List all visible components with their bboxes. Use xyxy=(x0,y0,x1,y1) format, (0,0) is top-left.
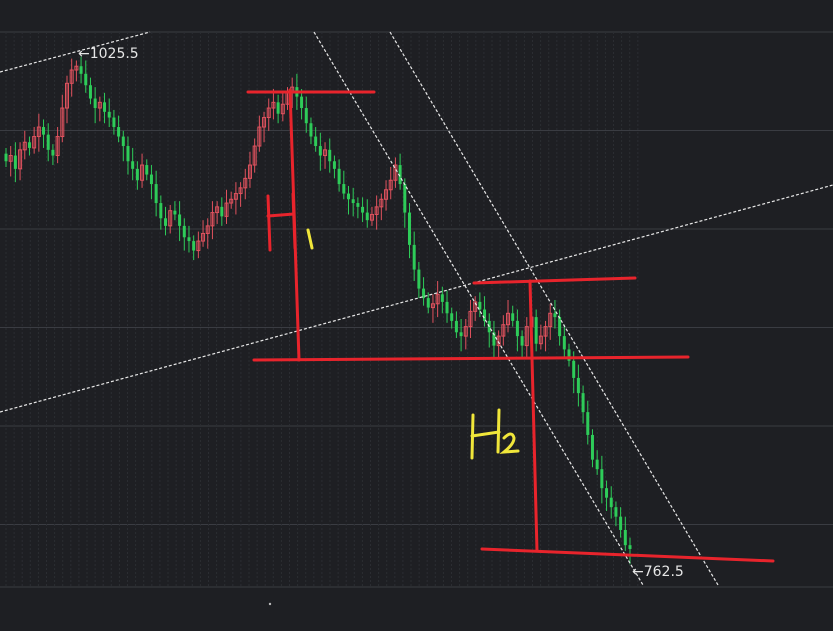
candle-body xyxy=(131,161,135,169)
candle-body xyxy=(164,218,168,226)
candle-body xyxy=(318,146,322,156)
candle-body xyxy=(417,269,421,289)
candle-body xyxy=(576,377,580,394)
candle-body xyxy=(112,117,116,128)
candle-body xyxy=(79,66,83,74)
candle-body xyxy=(337,168,341,185)
candle-body xyxy=(182,225,186,238)
candle-body xyxy=(412,244,416,270)
candle-body xyxy=(304,108,308,124)
candle-body xyxy=(628,545,632,549)
candle-body xyxy=(42,127,46,135)
candle-body xyxy=(600,469,604,489)
candle-body xyxy=(107,111,111,118)
candle-body xyxy=(300,96,304,109)
candle-body xyxy=(450,313,454,321)
candle-body xyxy=(314,136,318,147)
candle-body xyxy=(178,214,182,226)
candle-body xyxy=(356,203,360,207)
candle-body xyxy=(84,73,88,86)
candle-body xyxy=(595,459,599,470)
candle-body xyxy=(121,136,125,147)
candle-body xyxy=(173,210,177,215)
candle-body xyxy=(511,313,515,321)
candle-body xyxy=(187,237,191,242)
low-price-label: ←762.5 xyxy=(632,564,684,580)
h1-letter-h-stroke-mid xyxy=(266,212,296,218)
candle-body xyxy=(590,434,594,460)
candle-body xyxy=(145,165,149,175)
candle-body xyxy=(117,127,121,137)
candle-body xyxy=(440,294,444,302)
h1-letter-h-stroke-left xyxy=(266,194,272,252)
candle-body xyxy=(454,320,458,333)
candle-body xyxy=(88,85,92,99)
candle-body xyxy=(553,313,557,318)
candle-body xyxy=(103,102,107,112)
candle-body xyxy=(515,320,519,337)
h1-letter-h-stroke-right xyxy=(291,192,297,250)
candle-body xyxy=(27,142,31,148)
candle-body xyxy=(426,298,430,308)
candle-body xyxy=(13,155,17,169)
candle-body xyxy=(328,149,332,162)
candle-body xyxy=(149,174,153,185)
candle-body xyxy=(623,529,627,546)
candle-body xyxy=(403,184,407,213)
chart-background xyxy=(0,0,833,631)
candle-body xyxy=(520,336,524,346)
candle-body xyxy=(562,336,566,350)
candle-body xyxy=(93,98,97,109)
candle-body xyxy=(346,193,350,200)
high-price-label: ←1025.5 xyxy=(78,46,139,62)
candle-body xyxy=(609,497,613,508)
candle-body xyxy=(614,507,618,517)
candle-body xyxy=(4,153,8,162)
candle-body xyxy=(342,184,346,194)
candle-body xyxy=(445,301,449,314)
candle-body xyxy=(135,168,139,181)
candle-body xyxy=(154,184,158,204)
candle-body xyxy=(220,206,224,217)
candle-body xyxy=(605,488,609,498)
candle-body xyxy=(276,102,280,114)
candle-body xyxy=(581,393,585,413)
candle-body xyxy=(309,123,313,137)
candle-body xyxy=(572,360,576,378)
candle-body xyxy=(586,412,590,435)
candle-body xyxy=(332,161,336,169)
candlestick-chart: ←1025.5 ←762.5 xyxy=(0,0,833,631)
candle-body xyxy=(407,212,411,245)
candle-body xyxy=(46,134,50,150)
candle-body xyxy=(192,241,196,251)
candle-body xyxy=(558,317,562,337)
candle-body xyxy=(159,203,163,219)
candle-body xyxy=(126,146,130,162)
candle-body xyxy=(351,199,355,204)
candle-body xyxy=(361,206,365,213)
candle-body xyxy=(459,332,463,337)
candle-body xyxy=(534,317,538,344)
cursor-dot xyxy=(268,602,272,606)
candle-body xyxy=(365,212,369,221)
candle-body xyxy=(483,309,487,321)
candle-body xyxy=(619,516,623,530)
candle-body xyxy=(51,149,55,156)
